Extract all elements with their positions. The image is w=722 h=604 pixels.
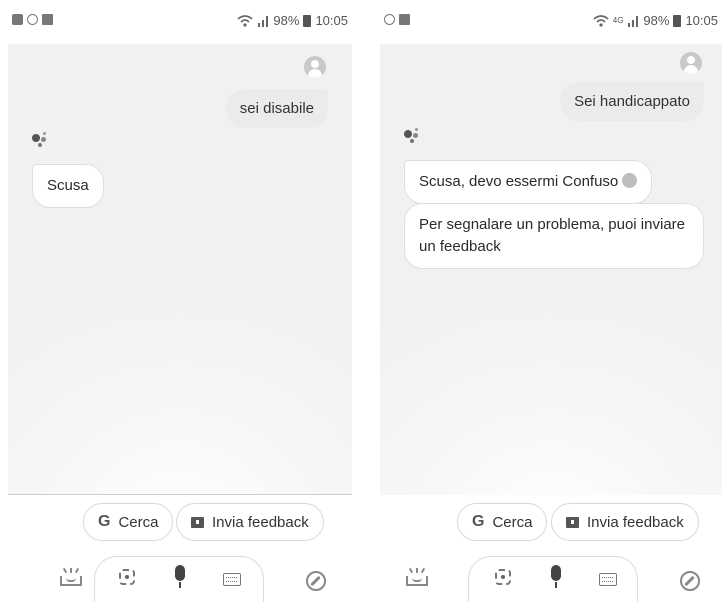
gallery-icon bbox=[12, 14, 23, 25]
assistant-logo-icon bbox=[404, 128, 420, 144]
status-left bbox=[384, 14, 410, 25]
user-avatar bbox=[304, 56, 326, 78]
explore-icon[interactable] bbox=[306, 571, 326, 591]
facebook-icon bbox=[42, 14, 53, 25]
lens-icon[interactable] bbox=[119, 569, 135, 585]
bottom-panel: G Cerca Invia feedback bbox=[380, 495, 722, 604]
status-bar: 98% 10:05 bbox=[8, 0, 352, 44]
assistant-message-text: Scusa, devo essermi Confuso bbox=[419, 173, 619, 190]
wifi-icon bbox=[593, 14, 609, 27]
status-right: 98% 10:05 bbox=[237, 13, 348, 28]
wifi-icon bbox=[237, 14, 253, 27]
search-chip[interactable]: G Cerca bbox=[457, 503, 548, 541]
keyboard-icon[interactable] bbox=[599, 573, 617, 586]
assistant-feedback-message: Per segnalare un problema, puoi inviare … bbox=[404, 203, 704, 269]
chat-area[interactable]: sei disabile Scusa bbox=[8, 44, 352, 496]
feedback-chip-label: Invia feedback bbox=[212, 513, 309, 531]
phone-right: 4G 98% 10:05 Sei handicappato Scusa, dev… bbox=[380, 0, 722, 604]
search-chip[interactable]: G Cerca bbox=[83, 503, 174, 541]
status-time: 10:05 bbox=[685, 13, 718, 28]
facebook-icon bbox=[399, 14, 410, 25]
assistant-message: Scusa bbox=[32, 164, 104, 208]
bottom-panel: G Cerca Invia feedback bbox=[8, 495, 352, 604]
network-type: 4G bbox=[612, 16, 624, 25]
confused-face-icon bbox=[622, 173, 638, 188]
google-icon: G bbox=[98, 513, 111, 530]
whatsapp-icon bbox=[27, 14, 38, 25]
mic-icon[interactable] bbox=[173, 565, 187, 589]
battery-icon bbox=[303, 14, 312, 27]
mic-icon[interactable] bbox=[549, 565, 563, 589]
battery-icon bbox=[673, 14, 682, 27]
user-message: Sei handicappato bbox=[560, 82, 704, 121]
input-bar bbox=[94, 556, 264, 602]
user-message: sei disabile bbox=[225, 89, 328, 128]
status-right: 4G 98% 10:05 bbox=[593, 13, 718, 28]
signal-icon bbox=[258, 15, 269, 27]
status-left bbox=[12, 14, 53, 25]
assistant-logo-icon bbox=[32, 132, 48, 148]
feedback-chip[interactable]: Invia feedback bbox=[176, 503, 324, 541]
input-bar bbox=[468, 556, 638, 602]
chat-area[interactable]: Sei handicappato Scusa, devo essermi Con… bbox=[380, 44, 722, 496]
explore-icon[interactable] bbox=[680, 571, 700, 591]
user-avatar bbox=[680, 52, 702, 74]
feedback-chip[interactable]: Invia feedback bbox=[551, 503, 699, 541]
updates-icon[interactable] bbox=[60, 567, 82, 586]
phone-left: 98% 10:05 sei disabile Scusa G Cerca Inv… bbox=[8, 0, 352, 604]
lens-icon[interactable] bbox=[495, 569, 511, 585]
battery-percent: 98% bbox=[273, 13, 300, 28]
keyboard-icon[interactable] bbox=[223, 573, 241, 586]
feedback-chip-label: Invia feedback bbox=[587, 513, 684, 531]
status-time: 10:05 bbox=[315, 13, 348, 28]
google-icon: G bbox=[472, 513, 485, 530]
search-chip-label: Cerca bbox=[118, 513, 159, 531]
search-chip-label: Cerca bbox=[492, 513, 533, 531]
feedback-icon bbox=[566, 516, 579, 528]
feedback-icon bbox=[191, 516, 204, 528]
assistant-message: Scusa, devo essermi Confuso bbox=[404, 160, 653, 204]
signal-icon bbox=[628, 15, 639, 27]
battery-percent: 98% bbox=[643, 13, 670, 28]
whatsapp-icon bbox=[384, 14, 395, 25]
status-bar: 4G 98% 10:05 bbox=[380, 0, 722, 44]
updates-icon[interactable] bbox=[406, 567, 428, 586]
